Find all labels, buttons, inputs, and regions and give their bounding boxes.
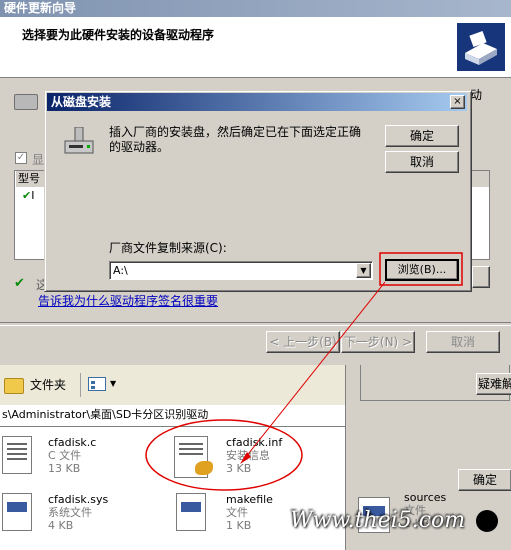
inf-file-highlight-ellipse [145, 419, 303, 491]
watermark-logo-icon [476, 510, 499, 532]
watermark-text: Www.thei5.com [290, 508, 466, 533]
red-annotation-overlay [145, 252, 463, 491]
watermark: Www.thei5.com [290, 508, 499, 533]
annotation-arrow-head [240, 452, 251, 464]
browse-highlight-box [379, 252, 463, 286]
annotation-arrow-line [244, 281, 386, 459]
